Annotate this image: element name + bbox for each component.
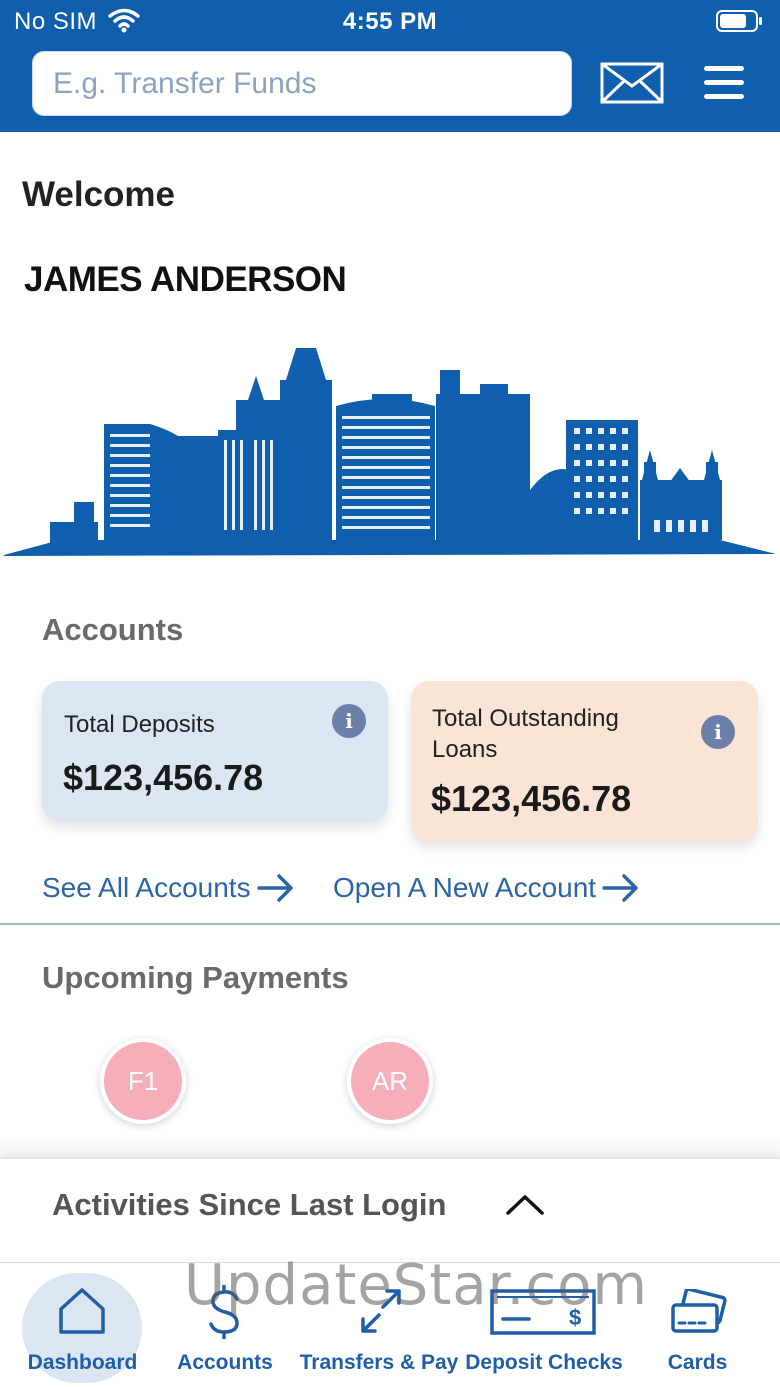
payee-avatar[interactable]: AR <box>347 1038 433 1124</box>
search-input[interactable] <box>53 66 571 101</box>
nav-label-deposit-checks: Deposit Checks <box>465 1351 623 1374</box>
nav-item-cards[interactable]: Cards <box>625 1263 770 1387</box>
status-bar: No SIM 4:55 PM <box>0 0 780 44</box>
transfer-arrows-icon <box>361 1289 401 1333</box>
dollar-icon <box>209 1285 239 1339</box>
battery-icon <box>716 9 764 33</box>
mail-icon[interactable] <box>600 62 664 104</box>
total-outstanding-loans-card[interactable]: Total Outstanding Loans $123,456.78 i <box>411 681 758 841</box>
user-name: JAMES ANDERSON <box>24 260 347 299</box>
clock: 4:55 PM <box>342 8 438 35</box>
info-icon[interactable]: i <box>332 704 366 738</box>
arrow-right-icon <box>256 874 293 902</box>
hamburger-menu-icon[interactable] <box>702 64 746 102</box>
total-deposits-amount: $123,456.78 <box>63 757 264 798</box>
see-all-accounts-link[interactable]: See All Accounts <box>42 872 295 904</box>
payee-avatar[interactable]: F1 <box>100 1038 186 1124</box>
nav-label-cards: Cards <box>667 1351 728 1374</box>
search-bar[interactable] <box>32 51 572 116</box>
accounts-section-title: Accounts <box>42 612 184 647</box>
activities-title: Activities Since Last Login <box>52 1187 447 1222</box>
total-loans-label-line2: Loans <box>432 736 498 763</box>
total-deposits-card[interactable]: Total Deposits $123,456.78 i <box>42 681 388 821</box>
total-loans-label-line1: Total Outstanding <box>432 705 619 732</box>
top-header: No SIM 4:55 PM <box>0 0 780 132</box>
nav-label-dashboard: Dashboard <box>27 1351 138 1374</box>
open-new-account-link[interactable]: Open A New Account <box>333 872 640 904</box>
arrow-right-icon <box>602 874 638 902</box>
nav-item-transfers-pay[interactable]: Transfers & Pay <box>295 1263 463 1387</box>
city-skyline-illustration <box>4 348 776 556</box>
info-icon[interactable]: i <box>701 715 735 749</box>
bottom-navigation: Dashboard Accounts Transfers & Pay $ Dep… <box>0 1262 780 1387</box>
svg-text:$: $ <box>569 1305 581 1330</box>
nav-item-deposit-checks[interactable]: $ Deposit Checks <box>463 1263 625 1387</box>
scroll-fade <box>0 1135 780 1159</box>
open-new-account-label: Open A New Account <box>333 872 597 903</box>
total-loans-amount: $123,456.78 <box>431 778 632 819</box>
home-icon <box>59 1288 105 1334</box>
chevron-up-icon[interactable] <box>505 1193 545 1217</box>
nav-label-accounts: Accounts <box>177 1351 273 1374</box>
credit-card-icon <box>670 1289 727 1333</box>
welcome-heading: Welcome <box>22 175 176 214</box>
nav-item-accounts[interactable]: Accounts <box>165 1263 285 1387</box>
check-icon: $ <box>490 1289 596 1335</box>
nav-item-dashboard[interactable]: Dashboard <box>0 1263 165 1387</box>
upcoming-payments-title: Upcoming Payments <box>42 960 349 995</box>
total-deposits-label: Total Deposits <box>64 711 215 738</box>
nav-label-transfers-pay: Transfers & Pay <box>299 1351 459 1374</box>
activities-panel[interactable]: Activities Since Last Login <box>0 1158 780 1258</box>
section-divider <box>0 923 780 925</box>
see-all-accounts-label: See All Accounts <box>42 872 251 903</box>
